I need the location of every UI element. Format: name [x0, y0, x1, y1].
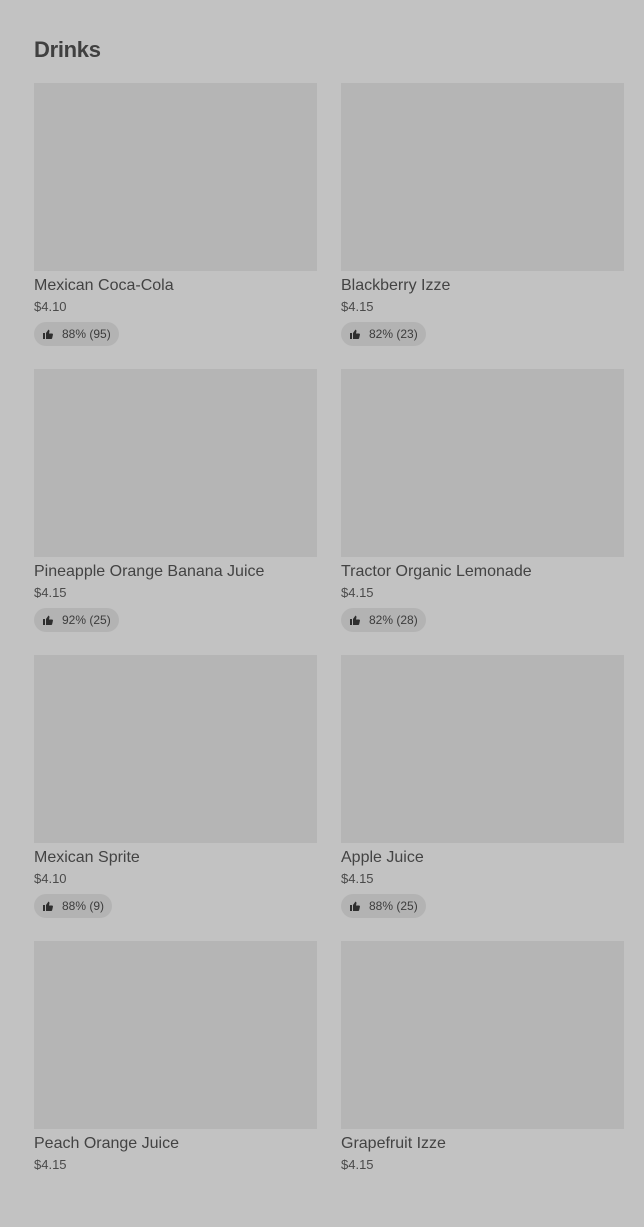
thumbs-up-icon — [42, 900, 54, 912]
menu-grid: Mexican Coca-Cola $4.10 88% (95) Blackbe… — [34, 83, 624, 1227]
thumbs-up-icon — [349, 900, 361, 912]
item-price: $4.15 — [341, 1157, 374, 1172]
item-image-placeholder[interactable] — [341, 83, 624, 271]
item-name: Tractor Organic Lemonade — [341, 563, 532, 580]
item-image-placeholder[interactable] — [34, 369, 317, 557]
menu-item-card[interactable]: Pineapple Orange Banana Juice $4.15 92% … — [34, 369, 317, 655]
thumbs-up-icon — [42, 614, 54, 626]
thumbs-up-icon — [349, 328, 361, 340]
rating-text: 82% (28) — [369, 613, 418, 627]
rating-badge: 88% (25) — [341, 894, 426, 918]
menu-item-card[interactable]: Grapefruit Izze $4.15 — [341, 941, 624, 1227]
item-name: Peach Orange Juice — [34, 1135, 179, 1152]
menu-item-card[interactable]: Tractor Organic Lemonade $4.15 82% (28) — [341, 369, 624, 655]
rating-text: 88% (25) — [369, 899, 418, 913]
rating-badge: 88% (95) — [34, 322, 119, 346]
rating-text: 82% (23) — [369, 327, 418, 341]
item-image-placeholder[interactable] — [341, 369, 624, 557]
rating-badge: 92% (25) — [34, 608, 119, 632]
rating-badge: 82% (28) — [341, 608, 426, 632]
menu-item-card[interactable]: Mexican Sprite $4.10 88% (9) — [34, 655, 317, 941]
menu-item-card[interactable]: Peach Orange Juice $4.15 — [34, 941, 317, 1227]
item-name: Apple Juice — [341, 849, 424, 866]
rating-text: 92% (25) — [62, 613, 111, 627]
rating-text: 88% (9) — [62, 899, 105, 913]
section-title: Drinks — [34, 37, 101, 62]
item-name: Pineapple Orange Banana Juice — [34, 563, 265, 580]
item-name: Mexican Sprite — [34, 849, 140, 866]
menu-item-card[interactable]: Mexican Coca-Cola $4.10 88% (95) — [34, 83, 317, 369]
item-price: $4.10 — [34, 299, 67, 314]
item-name: Blackberry Izze — [341, 277, 451, 294]
item-image-placeholder[interactable] — [34, 941, 317, 1129]
thumbs-up-icon — [42, 328, 54, 340]
item-name: Grapefruit Izze — [341, 1135, 446, 1152]
item-image-placeholder[interactable] — [341, 941, 624, 1129]
item-price: $4.15 — [341, 585, 374, 600]
rating-text: 88% (95) — [62, 327, 111, 341]
item-price: $4.15 — [34, 585, 67, 600]
menu-item-card[interactable]: Apple Juice $4.15 88% (25) — [341, 655, 624, 941]
rating-badge: 88% (9) — [34, 894, 113, 918]
item-price: $4.15 — [341, 871, 374, 886]
item-price: $4.15 — [341, 299, 374, 314]
rating-badge: 82% (23) — [341, 322, 426, 346]
item-name: Mexican Coca-Cola — [34, 277, 174, 294]
item-price: $4.15 — [34, 1157, 67, 1172]
item-image-placeholder[interactable] — [34, 83, 317, 271]
menu-item-card[interactable]: Blackberry Izze $4.15 82% (23) — [341, 83, 624, 369]
item-price: $4.10 — [34, 871, 67, 886]
item-image-placeholder[interactable] — [34, 655, 317, 843]
thumbs-up-icon — [349, 614, 361, 626]
item-image-placeholder[interactable] — [341, 655, 624, 843]
